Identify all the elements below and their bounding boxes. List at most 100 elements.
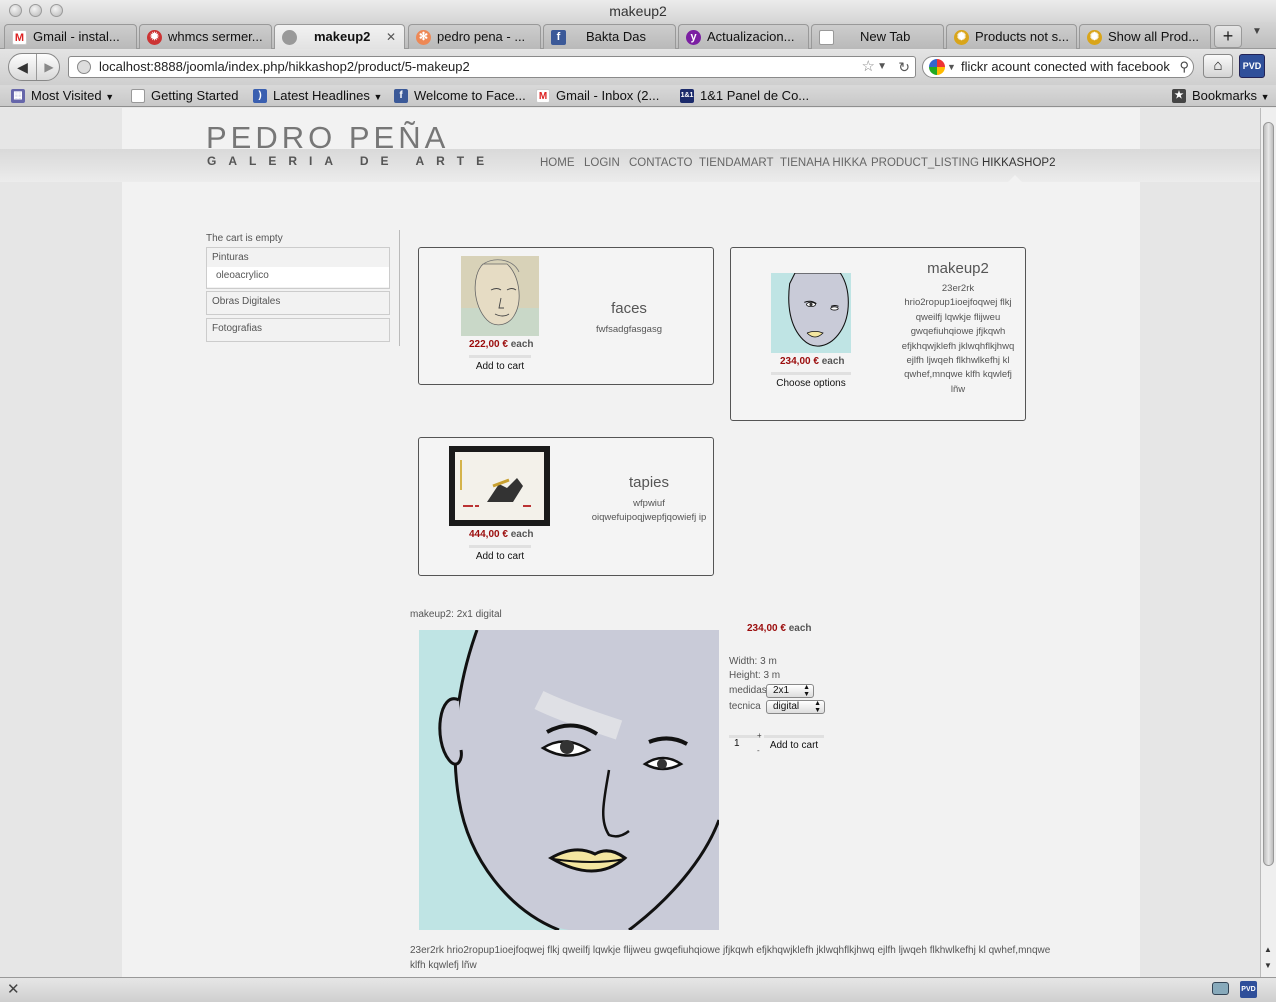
tecnica-select[interactable]: digital ▲ ▼	[766, 700, 825, 714]
google-engine-icon[interactable]	[929, 59, 945, 75]
tab-list-icon[interactable]: ▼	[1252, 26, 1262, 37]
tab-pedro-pena[interactable]: ✻ pedro pena - ...	[408, 24, 541, 49]
tab-whmcs[interactable]: ✹ whmcs sermer...	[139, 24, 272, 49]
bookmark-getting-started[interactable]: Getting Started	[131, 87, 238, 105]
status-bar: ✕ PVD	[0, 977, 1276, 1002]
site-identity-icon[interactable]	[77, 60, 91, 74]
menu-product-listing[interactable]: PRODUCT_LISTING	[871, 157, 979, 169]
zoom-window-button[interactable]	[50, 4, 63, 17]
bookmark-star-icon[interactable]: ☆	[862, 57, 875, 77]
forward-button[interactable]: ▶	[38, 54, 60, 80]
page-icon	[131, 89, 145, 103]
menu-tienaha-hikka[interactable]: TIENAHA HIKKA	[780, 157, 867, 169]
bookmark-label: Latest Headlines	[273, 88, 370, 103]
tab-label: Actualizacion...	[707, 29, 795, 44]
detail-add-to-cart-button[interactable]: Add to cart	[764, 735, 824, 751]
search-bar[interactable]: ▼ flickr acount conected with facebook ⚲	[922, 56, 1194, 78]
yahoo-icon: y	[686, 30, 701, 45]
quantity-decrease-button[interactable]: -	[757, 746, 760, 755]
subcategory-oleoacrylico[interactable]: oleoacrylico	[207, 267, 389, 287]
category-fotografias[interactable]: Fotografias	[206, 318, 390, 342]
choose-options-button[interactable]: Choose options	[771, 372, 851, 389]
oneandone-icon: 1&1	[680, 89, 694, 103]
tab-actualizacion[interactable]: y Actualizacion...	[678, 24, 809, 49]
tab-show-all-products[interactable]: ✺ Show all Prod...	[1079, 24, 1211, 49]
tab-gmail[interactable]: M Gmail - instal...	[4, 24, 137, 49]
close-tab-icon[interactable]: ✕	[386, 25, 396, 49]
detail-variant-label: makeup2: 2x1 digital	[410, 609, 502, 620]
most-visited-icon: ▦	[11, 89, 25, 103]
minimize-window-button[interactable]	[29, 4, 42, 17]
product-name[interactable]: faces	[569, 300, 689, 317]
product-card-makeup2: 234,00 € each Choose options makeup2 23e…	[730, 247, 1026, 421]
vertical-scrollbar[interactable]: ▲ ▼	[1260, 108, 1276, 977]
tab-products-not-shown[interactable]: ✺ Products not s...	[946, 24, 1077, 49]
add-to-cart-button[interactable]: Add to cart	[469, 545, 531, 562]
bookmark-gmail-inbox[interactable]: M Gmail - Inbox (2...	[536, 87, 659, 105]
detail-description: 23er2rk hrio2ropup1ioejfoqwej flkj qweil…	[410, 945, 1051, 971]
url-history-dropdown-icon[interactable]: ▼	[877, 57, 887, 77]
product-image-makeup2[interactable]	[771, 273, 851, 353]
bookmark-latest-headlines[interactable]: ) Latest Headlines ▼	[253, 87, 382, 105]
bookmark-label: Most Visited	[31, 88, 102, 103]
tab-label: Products not s...	[975, 29, 1069, 44]
site-logo-subtitle: GALERIA DE ARTE	[207, 154, 497, 168]
pvd-extension-button[interactable]: PVD	[1239, 54, 1265, 78]
product-main-image[interactable]	[419, 630, 719, 930]
back-button[interactable]: ◀	[9, 54, 37, 80]
menu-home[interactable]: HOME	[540, 157, 575, 169]
category-label[interactable]: Pinturas	[207, 248, 389, 267]
category-label[interactable]: Obras Digitales	[207, 292, 389, 311]
tab-new-tab[interactable]: New Tab	[811, 24, 944, 49]
bookmark-label: Welcome to Face...	[414, 88, 526, 103]
engine-dropdown-icon[interactable]: ▼	[947, 57, 956, 77]
gmail-icon: M	[12, 30, 27, 45]
quantity-increase-button[interactable]: +	[757, 731, 762, 740]
close-icon[interactable]: ✕	[7, 980, 20, 998]
search-icon[interactable]: ⚲	[1179, 57, 1189, 77]
search-text: flickr acount conected with facebook	[961, 59, 1170, 74]
site-logo-title[interactable]: PEDRO PEÑA	[206, 120, 449, 156]
product-description: 23er2rk hrio2ropup1ioejfoqwej flkj qweil…	[901, 283, 1015, 395]
bookmark-welcome-facebook[interactable]: f Welcome to Face...	[394, 87, 526, 105]
category-label[interactable]: Fotografias	[207, 319, 389, 338]
menu-login[interactable]: LOGIN	[584, 157, 620, 169]
new-tab-button[interactable]: +	[1214, 25, 1242, 48]
menu-contacto[interactable]: CONTACTO	[629, 157, 692, 169]
tab-makeup2[interactable]: makeup2 ✕	[274, 24, 405, 49]
product-image-tapies[interactable]	[449, 446, 550, 526]
cart-status: The cart is empty	[206, 233, 283, 244]
facebook-icon: f	[551, 30, 566, 45]
reload-icon[interactable]: ↻	[898, 57, 910, 77]
tab-label: New Tab	[860, 29, 911, 44]
scrollbar-thumb[interactable]	[1263, 122, 1274, 866]
pvd-status-icon[interactable]: PVD	[1240, 981, 1257, 998]
joomla-icon: ✻	[416, 30, 431, 45]
menu-hikkashop2[interactable]: HIKKASHOP2	[982, 157, 1056, 169]
category-pinturas[interactable]: Pinturas oleoacrylico	[206, 247, 390, 289]
tab-label: Show all Prod...	[1108, 29, 1200, 44]
scroll-up-arrow-icon[interactable]: ▲	[1264, 945, 1272, 954]
tab-bakta-das[interactable]: f Bakta Das	[543, 24, 676, 49]
url-text: localhost:8888/joomla/index.php/hikkasho…	[99, 59, 470, 74]
product-name[interactable]: tapies	[589, 474, 709, 491]
bookmark-most-visited[interactable]: ▦ Most Visited ▼	[11, 87, 114, 105]
home-button[interactable]: ⌂	[1203, 54, 1233, 78]
menu-tiendamart[interactable]: TIENDAMART	[699, 157, 774, 169]
url-bar[interactable]: localhost:8888/joomla/index.php/hikkasho…	[68, 56, 916, 78]
medidas-label: medidas	[729, 685, 767, 696]
close-window-button[interactable]	[9, 4, 22, 17]
add-to-cart-button[interactable]: Add to cart	[469, 355, 531, 372]
product-image-faces[interactable]	[461, 256, 539, 336]
category-obras-digitales[interactable]: Obras Digitales	[206, 291, 390, 315]
bookmarks-menu[interactable]: ★ Bookmarks ▼	[1172, 87, 1270, 105]
tab-label: pedro pena - ...	[437, 29, 526, 44]
medidas-select[interactable]: 2x1 ▲ ▼	[766, 684, 814, 698]
chat-icon[interactable]	[1212, 982, 1229, 995]
product-name[interactable]: makeup2	[901, 260, 1015, 277]
scroll-down-arrow-icon[interactable]: ▼	[1264, 961, 1272, 970]
bookmark-1and1-panel[interactable]: 1&1 1&1 Panel de Co...	[680, 87, 809, 105]
page-icon	[819, 30, 834, 45]
product-price: 222,00 € each	[469, 339, 534, 350]
bookmark-label: Getting Started	[151, 88, 239, 103]
